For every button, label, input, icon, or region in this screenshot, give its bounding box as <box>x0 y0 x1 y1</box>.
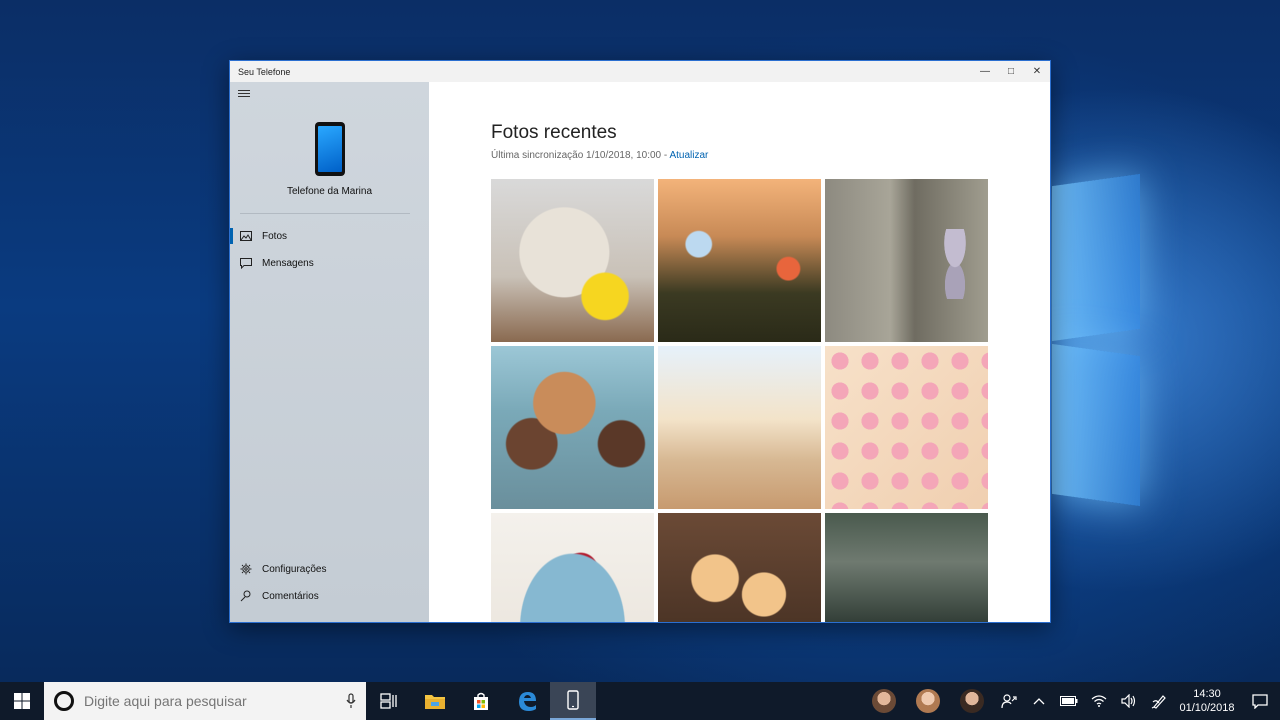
photo-grid <box>491 179 991 622</box>
photo-thumbnail[interactable] <box>825 346 988 509</box>
clock-date: 01/10/2018 <box>1179 702 1235 714</box>
volume-icon[interactable] <box>1114 682 1144 720</box>
sidebar-item-label: Fotos <box>262 230 288 242</box>
photo-icon <box>239 230 253 242</box>
sidebar-divider <box>240 213 410 214</box>
gear-icon <box>239 563 253 575</box>
people-icon[interactable] <box>994 682 1024 720</box>
windows-icon <box>14 693 30 709</box>
sidebar-item-configuracoes[interactable]: Configurações <box>230 559 429 579</box>
windows-logo-light <box>1052 173 1142 507</box>
sync-status: Última sincronização 1/10/2018, 10:00 - … <box>491 150 708 161</box>
people-avatar[interactable] <box>872 689 896 713</box>
sidebar-item-label: Configurações <box>262 563 327 575</box>
edge-button[interactable] <box>504 682 550 720</box>
minimize-button[interactable]: — <box>972 61 998 82</box>
clock[interactable]: 14:30 01/10/2018 <box>1174 687 1240 715</box>
pen-workspace-icon[interactable] <box>1144 682 1174 720</box>
task-view-icon <box>380 693 397 709</box>
message-icon <box>239 257 253 269</box>
notification-icon <box>1252 693 1268 709</box>
file-explorer-button[interactable] <box>412 682 458 720</box>
photo-thumbnail[interactable] <box>658 346 821 509</box>
wifi-icon[interactable] <box>1084 682 1114 720</box>
sidebar: Telefone da Marina Fotos Mensagens Confi… <box>230 82 429 622</box>
phone-icon <box>315 122 345 176</box>
sidebar-item-mensagens[interactable]: Mensagens <box>230 253 429 273</box>
system-tray: 14:30 01/10/2018 <box>862 682 1280 720</box>
taskbar-search[interactable] <box>44 682 366 720</box>
cortana-icon <box>54 691 74 711</box>
sidebar-item-label: Mensagens <box>262 257 314 269</box>
people-avatar[interactable] <box>960 689 984 713</box>
taskbar: 14:30 01/10/2018 <box>0 682 1280 720</box>
folder-icon <box>425 695 445 709</box>
photo-thumbnail[interactable] <box>491 179 654 342</box>
search-input[interactable] <box>84 693 346 709</box>
feedback-icon <box>239 590 253 602</box>
photo-thumbnail[interactable] <box>491 346 654 509</box>
title-bar[interactable]: Seu Telefone — □ ✕ <box>230 61 1050 82</box>
sidebar-item-fotos[interactable]: Fotos <box>230 226 429 246</box>
your-phone-taskbar-button[interactable] <box>550 682 596 720</box>
microphone-icon <box>346 693 356 708</box>
action-center-button[interactable] <box>1240 682 1280 720</box>
refresh-link[interactable]: Atualizar <box>669 150 708 161</box>
photo-thumbnail[interactable] <box>825 179 988 342</box>
edge-icon <box>519 692 536 711</box>
hamburger-menu-icon[interactable] <box>238 90 250 100</box>
photo-thumbnail[interactable] <box>658 513 821 622</box>
window-title: Seu Telefone <box>238 66 291 77</box>
battery-icon[interactable] <box>1054 682 1084 720</box>
close-button[interactable]: ✕ <box>1024 61 1050 82</box>
store-icon <box>474 692 488 710</box>
chevron-up-icon[interactable] <box>1024 682 1054 720</box>
device-name: Telefone da Marina <box>286 186 373 197</box>
sync-text: Última sincronização 1/10/2018, 10:00 - <box>491 150 670 161</box>
photo-thumbnail[interactable] <box>658 179 821 342</box>
start-button[interactable] <box>0 682 44 720</box>
page-title: Fotos recentes <box>491 122 617 143</box>
your-phone-window: Seu Telefone — □ ✕ Telefone da Marina Fo… <box>229 60 1051 623</box>
main-content: Fotos recentes Última sincronização 1/10… <box>429 82 1050 622</box>
task-view-button[interactable] <box>366 682 412 720</box>
sidebar-item-comentarios[interactable]: Comentários <box>230 586 429 606</box>
people-avatar[interactable] <box>916 689 940 713</box>
photo-thumbnail[interactable] <box>825 513 988 622</box>
phone-icon <box>567 690 579 710</box>
sidebar-item-label: Comentários <box>262 590 319 602</box>
maximize-button[interactable]: □ <box>998 61 1024 82</box>
store-button[interactable] <box>458 682 504 720</box>
clock-time: 14:30 <box>1193 688 1221 700</box>
photo-thumbnail[interactable] <box>491 513 654 622</box>
